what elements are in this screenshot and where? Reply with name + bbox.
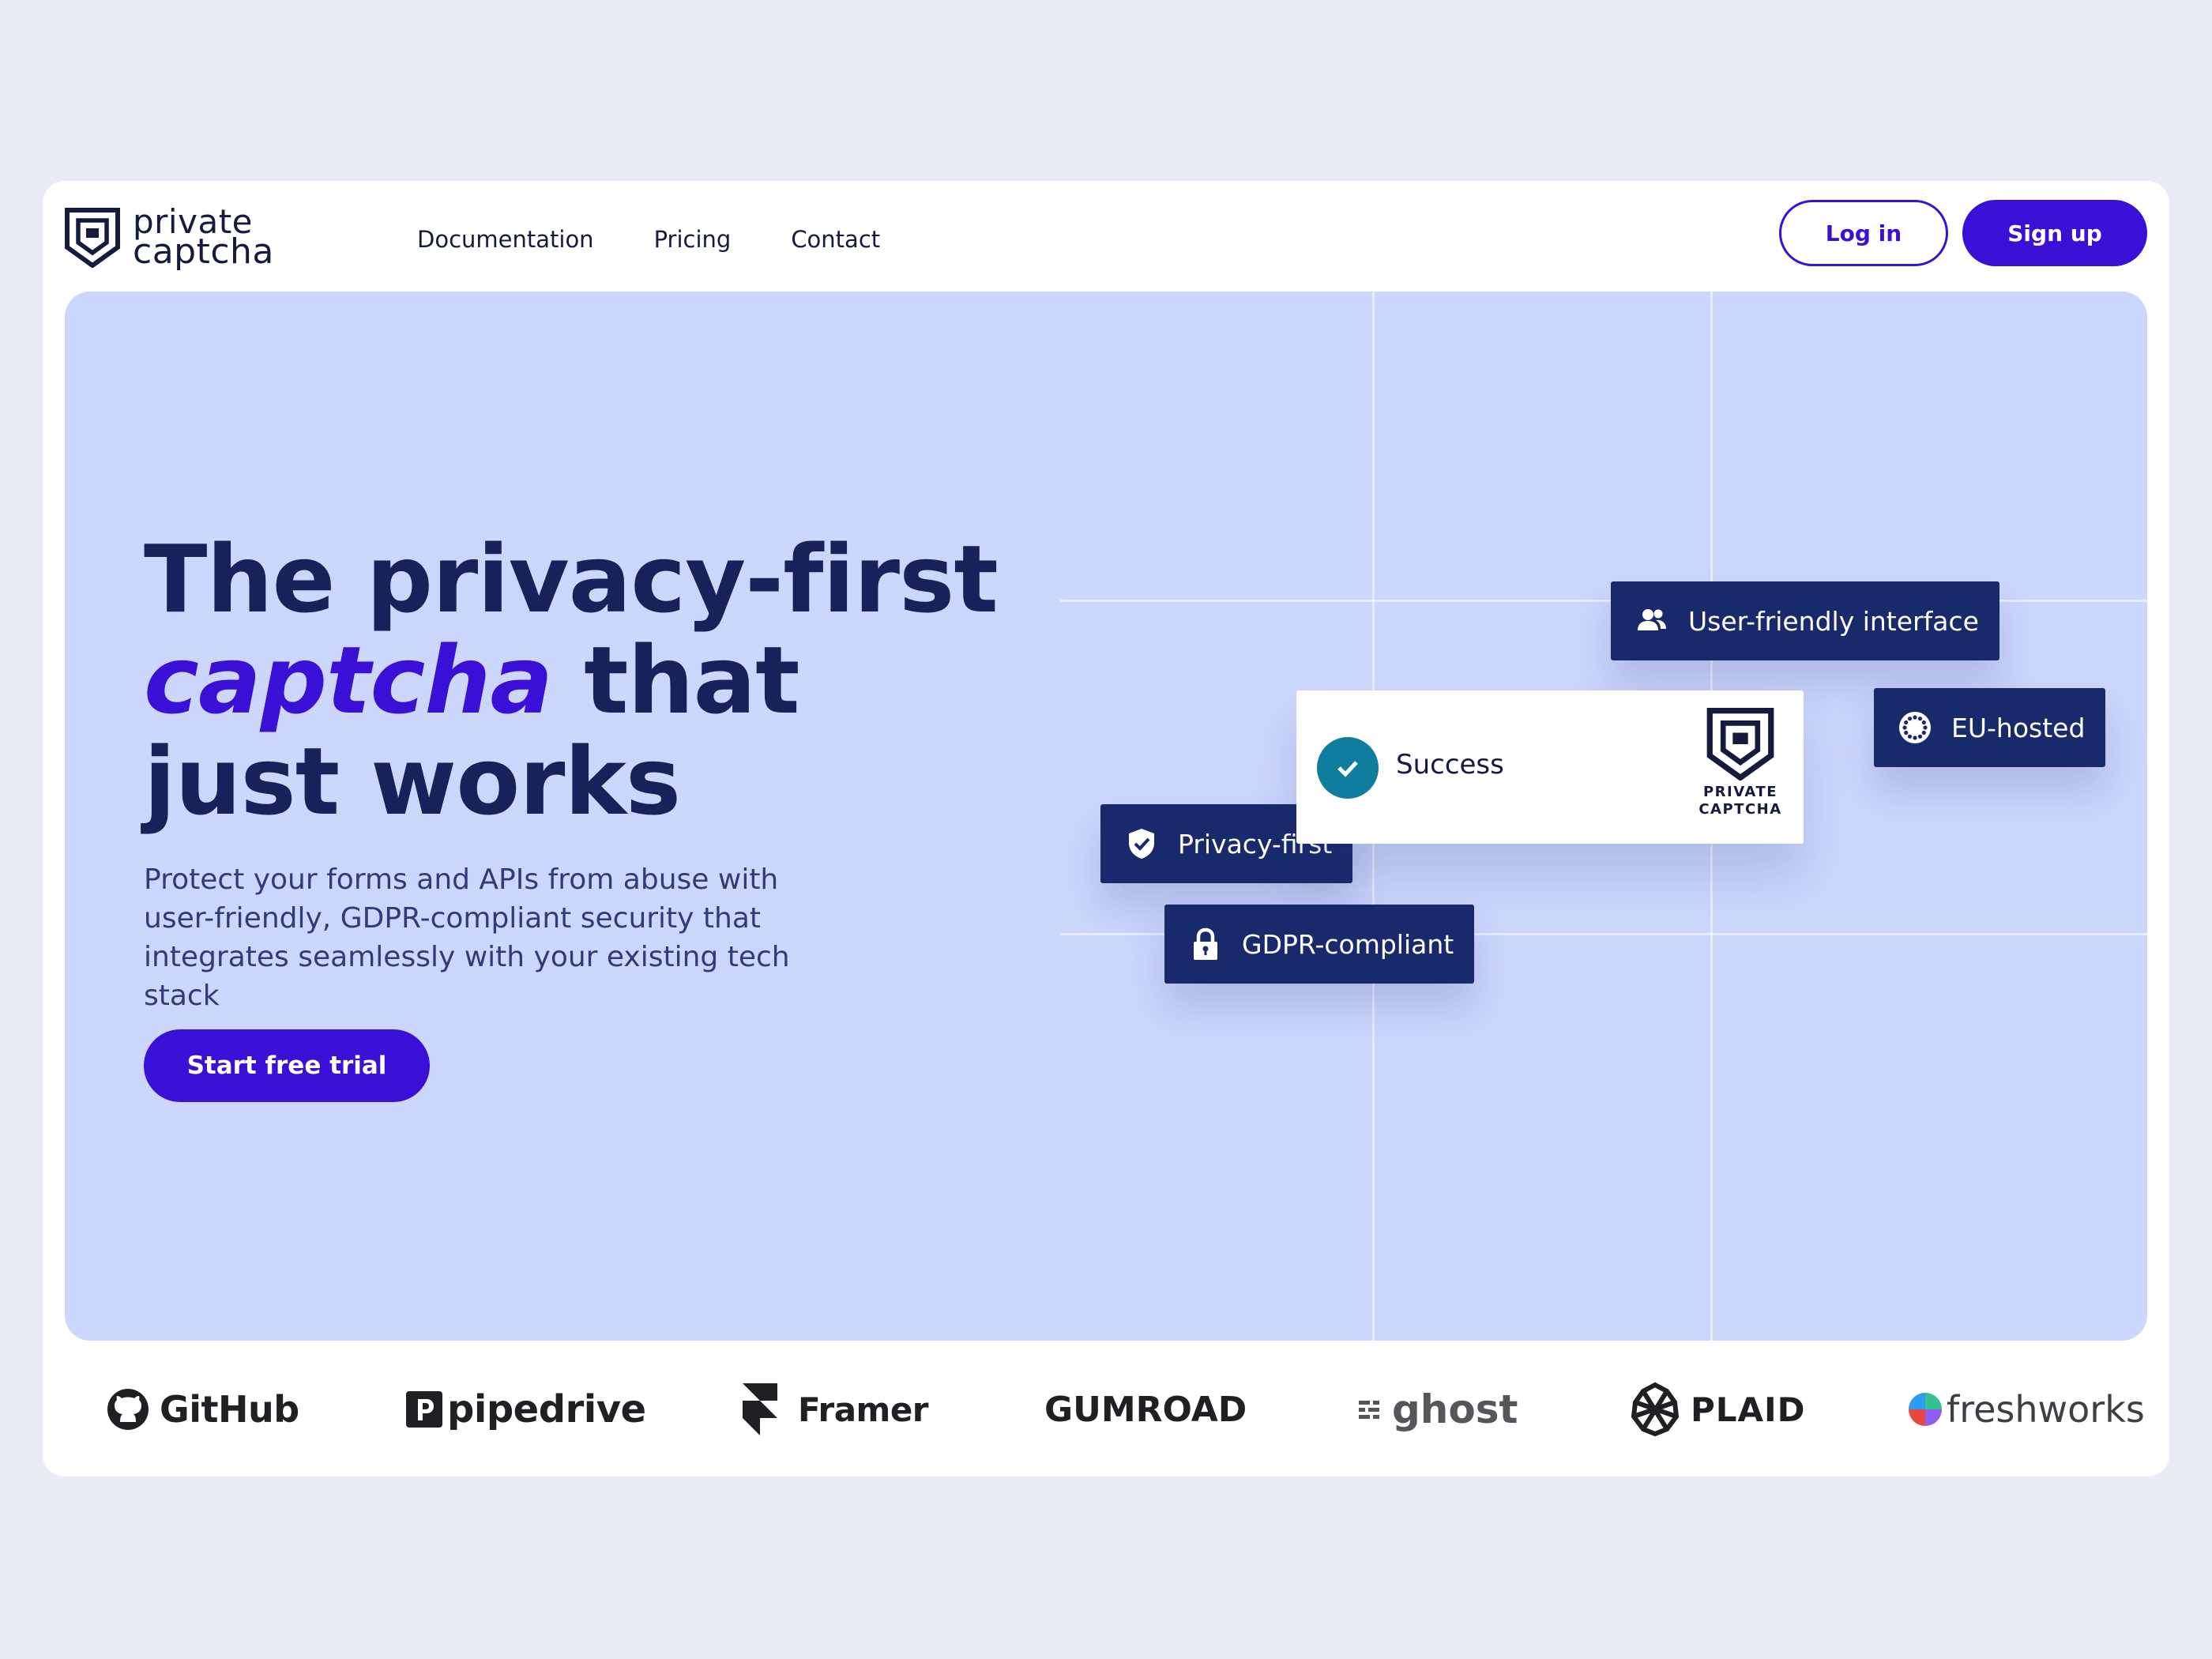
tag-user-friendly: User-friendly interface xyxy=(1611,581,1999,660)
plaid-wordmark: PLAID xyxy=(1691,1390,1806,1429)
captcha-widget[interactable]: Success PRIVATE CAPTCHA xyxy=(1296,690,1804,844)
headline-line1: The privacy-first xyxy=(144,525,999,634)
headline-accent: captcha xyxy=(144,626,553,735)
client-logos: GitHub pipedrive Framer GUMROAD ghost PL… xyxy=(43,1342,2169,1477)
brand-logo[interactable]: private captcha xyxy=(65,205,274,273)
shield-check-icon xyxy=(1129,829,1154,859)
brand-wordmark: private captcha xyxy=(133,205,274,273)
start-free-trial-button[interactable]: Start free trial xyxy=(144,1029,430,1102)
nav-documentation[interactable]: Documentation xyxy=(417,216,594,263)
shield-logo-icon xyxy=(65,208,120,268)
headline-line3: just works xyxy=(144,727,681,836)
ghost-logo: ghost xyxy=(1359,1342,1518,1477)
pipedrive-logo: pipedrive xyxy=(406,1342,646,1477)
github-icon xyxy=(107,1389,149,1430)
nav-pricing[interactable]: Pricing xyxy=(654,216,732,263)
lock-icon xyxy=(1194,927,1217,960)
ghost-wordmark: ghost xyxy=(1392,1386,1518,1432)
hero-subtext: Protect your forms and APIs from abuse w… xyxy=(144,863,790,1012)
tag-gdpr: GDPR-compliant xyxy=(1164,905,1475,984)
eu-stars-icon xyxy=(1899,712,1931,743)
login-button[interactable]: Log in xyxy=(1779,200,1948,266)
github-wordmark: GitHub xyxy=(160,1388,299,1431)
tag-eu-hosted: EU-hosted xyxy=(1874,688,2106,767)
tag-gdpr-label: GDPR-compliant xyxy=(1242,928,1454,960)
framer-wordmark: Framer xyxy=(798,1390,929,1429)
shield-logo-icon xyxy=(1706,708,1774,781)
pipedrive-wordmark: pipedrive xyxy=(447,1387,646,1431)
freshworks-icon xyxy=(1909,1393,1942,1426)
freshworks-logo: freshworks xyxy=(1907,1342,2145,1477)
plaid-logo: PLAID xyxy=(1627,1342,1806,1477)
signup-button[interactable]: Sign up xyxy=(1962,200,2147,266)
framer-icon xyxy=(743,1383,777,1435)
headline-line2-rest: that xyxy=(552,626,799,735)
github-logo: GitHub xyxy=(106,1342,299,1477)
hero-headline: The privacy-first captcha that just work… xyxy=(144,529,999,832)
nav-contact[interactable]: Contact xyxy=(791,216,880,263)
captcha-status: Success xyxy=(1396,749,1504,781)
tag-user-friendly-label: User-friendly interface xyxy=(1688,605,1979,637)
captcha-widget-logo: PRIVATE CAPTCHA xyxy=(1693,708,1788,818)
gumroad-logo: GUMROAD xyxy=(1044,1342,1247,1477)
widget-logo-line1: PRIVATE xyxy=(1702,784,1778,800)
brand-line2: captcha xyxy=(133,231,274,273)
pipedrive-icon xyxy=(406,1391,442,1428)
freshworks-wordmark: freshworks xyxy=(1947,1388,2145,1431)
framer-logo: Framer xyxy=(741,1342,929,1477)
gumroad-wordmark: GUMROAD xyxy=(1044,1389,1247,1430)
plaid-icon xyxy=(1631,1382,1680,1437)
widget-logo-line2: CAPTCHA xyxy=(1698,801,1782,818)
tag-eu-hosted-label: EU-hosted xyxy=(1951,712,2086,743)
ghost-icon xyxy=(1359,1401,1379,1419)
success-check-icon xyxy=(1317,737,1379,799)
main-nav: Documentation Pricing Contact xyxy=(417,216,940,263)
hero-section: The privacy-first captcha that just work… xyxy=(65,292,2147,1341)
users-icon xyxy=(1638,609,1666,630)
page-frame: private captcha Documentation Pricing Co… xyxy=(43,181,2169,1477)
